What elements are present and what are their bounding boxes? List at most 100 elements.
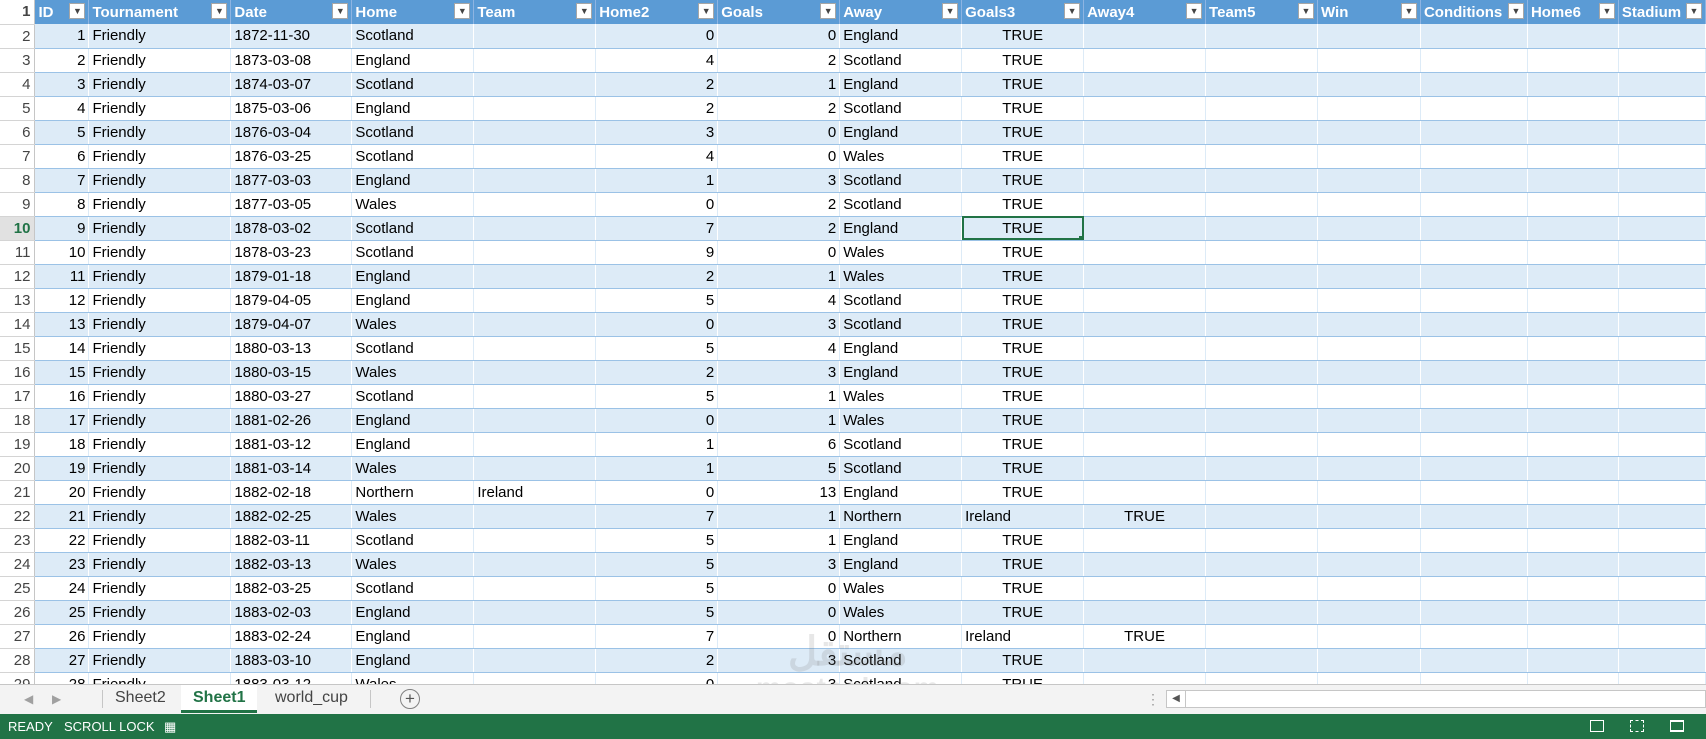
table-cell[interactable]: 1878-03-02 bbox=[230, 216, 353, 241]
table-cell[interactable] bbox=[1317, 96, 1421, 121]
table-cell[interactable] bbox=[1420, 624, 1528, 649]
table-cell[interactable] bbox=[1317, 504, 1421, 529]
table-row[interactable]: 8 7 Friendly 1877-03-03 England 1 3 Scotland TRU… bbox=[0, 168, 1706, 193]
table-cell[interactable]: Wales bbox=[351, 504, 475, 529]
table-cell[interactable]: Friendly bbox=[88, 672, 232, 684]
table-cell[interactable] bbox=[1083, 336, 1207, 361]
table-cell[interactable] bbox=[1618, 672, 1706, 684]
row-number[interactable]: 22 bbox=[0, 504, 36, 529]
table-cell[interactable]: 1881-03-12 bbox=[230, 432, 353, 457]
table-cell[interactable] bbox=[1205, 600, 1318, 625]
add-sheet-icon[interactable]: + bbox=[400, 689, 420, 709]
table-cell[interactable]: Friendly bbox=[88, 72, 232, 97]
table-cell[interactable] bbox=[1420, 168, 1528, 193]
table-cell[interactable]: TRUE bbox=[961, 528, 1085, 553]
table-cell[interactable]: Friendly bbox=[88, 120, 232, 145]
table-cell[interactable] bbox=[1205, 480, 1318, 505]
table-cell[interactable] bbox=[1317, 600, 1421, 625]
table-cell[interactable] bbox=[1083, 384, 1207, 409]
table-cell[interactable] bbox=[1317, 624, 1421, 649]
table-cell[interactable] bbox=[1420, 240, 1528, 265]
table-cell[interactable]: Friendly bbox=[88, 312, 232, 337]
table-cell[interactable]: 2 bbox=[717, 48, 841, 73]
column-header-date[interactable]: Date ▼ bbox=[230, 0, 353, 24]
table-cell[interactable]: 0 bbox=[717, 240, 841, 265]
table-cell[interactable]: Ireland bbox=[961, 504, 1085, 529]
table-cell[interactable] bbox=[1083, 264, 1207, 289]
table-cell[interactable]: 11 bbox=[34, 264, 90, 289]
table-cell[interactable] bbox=[1527, 408, 1619, 433]
table-cell[interactable]: 7 bbox=[34, 168, 90, 193]
table-cell[interactable]: 1 bbox=[717, 72, 841, 97]
table-cell[interactable] bbox=[1317, 408, 1421, 433]
table-cell[interactable] bbox=[473, 288, 597, 313]
table-cell[interactable]: 5 bbox=[595, 600, 719, 625]
table-row[interactable]: 25 24 Friendly 1882-03-25 Scotland 5 0 Wales TRU… bbox=[0, 576, 1706, 601]
table-cell[interactable]: Scotland bbox=[351, 120, 475, 145]
table-cell[interactable] bbox=[1317, 48, 1421, 73]
filter-dropdown-icon[interactable]: ▼ bbox=[820, 3, 837, 19]
table-cell[interactable]: 4 bbox=[717, 336, 841, 361]
table-cell[interactable]: Friendly bbox=[88, 360, 232, 385]
table-cell[interactable] bbox=[1317, 528, 1421, 553]
table-cell[interactable]: TRUE bbox=[961, 672, 1085, 684]
table-cell[interactable]: England bbox=[839, 480, 963, 505]
table-cell[interactable] bbox=[1527, 336, 1619, 361]
column-header-away[interactable]: Away ▼ bbox=[839, 0, 963, 24]
table-cell[interactable]: 2 bbox=[34, 48, 90, 73]
table-cell[interactable]: TRUE bbox=[961, 432, 1085, 457]
table-cell[interactable]: England bbox=[351, 648, 475, 673]
table-cell[interactable]: 1883-02-03 bbox=[230, 600, 353, 625]
table-cell[interactable]: 1 bbox=[717, 384, 841, 409]
row-number[interactable]: 8 bbox=[0, 168, 36, 193]
table-cell[interactable] bbox=[1618, 240, 1706, 265]
table-cell[interactable]: 1879-04-05 bbox=[230, 288, 353, 313]
table-cell[interactable]: Wales bbox=[839, 240, 963, 265]
table-cell[interactable]: 7 bbox=[595, 216, 719, 241]
table-cell[interactable] bbox=[1618, 264, 1706, 289]
table-cell[interactable]: 10 bbox=[34, 240, 90, 265]
table-cell[interactable]: 3 bbox=[595, 120, 719, 145]
filter-dropdown-icon[interactable]: ▼ bbox=[942, 3, 959, 19]
table-cell[interactable]: 1883-03-12 bbox=[230, 672, 353, 684]
table-cell[interactable]: Friendly bbox=[88, 648, 232, 673]
table-row[interactable]: 7 6 Friendly 1876-03-25 Scotland 4 0 Wales TRUE bbox=[0, 144, 1706, 169]
row-number[interactable]: 23 bbox=[0, 528, 36, 553]
table-cell[interactable]: Ireland bbox=[961, 624, 1085, 649]
row-number[interactable]: 29 bbox=[0, 672, 36, 684]
table-cell[interactable]: 1883-02-24 bbox=[230, 624, 353, 649]
table-cell[interactable] bbox=[1205, 240, 1318, 265]
table-cell[interactable]: Wales bbox=[839, 600, 963, 625]
table-cell[interactable] bbox=[1317, 144, 1421, 169]
table-cell[interactable]: 1 bbox=[595, 456, 719, 481]
table-cell[interactable]: Friendly bbox=[88, 552, 232, 577]
table-cell[interactable] bbox=[1420, 408, 1528, 433]
column-header-team5[interactable]: Team5 ▼ bbox=[1205, 0, 1318, 24]
table-cell[interactable]: Wales bbox=[351, 192, 475, 217]
row-number[interactable]: 11 bbox=[0, 240, 36, 265]
table-cell[interactable]: 13 bbox=[717, 480, 841, 505]
table-cell[interactable]: 1883-03-10 bbox=[230, 648, 353, 673]
table-cell[interactable]: TRUE bbox=[961, 168, 1085, 193]
table-cell[interactable]: 5 bbox=[595, 528, 719, 553]
table-cell[interactable] bbox=[1618, 432, 1706, 457]
table-cell[interactable]: Wales bbox=[351, 672, 475, 684]
spreadsheet-grid[interactable]: 1 ID ▼ Tournament ▼ Date ▼ Home ▼ Team ▼ Home2 ▼ Goal… bbox=[0, 0, 1706, 684]
table-cell[interactable]: England bbox=[351, 408, 475, 433]
table-cell[interactable] bbox=[1083, 432, 1207, 457]
table-cell[interactable]: 0 bbox=[595, 192, 719, 217]
table-cell[interactable] bbox=[1420, 264, 1528, 289]
table-cell[interactable]: Northern bbox=[351, 480, 475, 505]
row-number[interactable]: 4 bbox=[0, 72, 36, 97]
table-cell[interactable]: TRUE bbox=[961, 600, 1085, 625]
table-cell[interactable]: 12 bbox=[34, 288, 90, 313]
table-cell[interactable] bbox=[1083, 120, 1207, 145]
table-cell[interactable]: Scotland bbox=[351, 336, 475, 361]
column-header-home[interactable]: Home ▼ bbox=[351, 0, 475, 24]
table-cell[interactable]: 5 bbox=[717, 456, 841, 481]
table-cell[interactable] bbox=[1083, 288, 1207, 313]
table-cell[interactable]: 2 bbox=[717, 96, 841, 121]
table-cell[interactable]: 1880-03-15 bbox=[230, 360, 353, 385]
table-row[interactable]: 23 22 Friendly 1882-03-11 Scotland 5 1 England T… bbox=[0, 528, 1706, 553]
table-cell[interactable]: 1 bbox=[595, 432, 719, 457]
